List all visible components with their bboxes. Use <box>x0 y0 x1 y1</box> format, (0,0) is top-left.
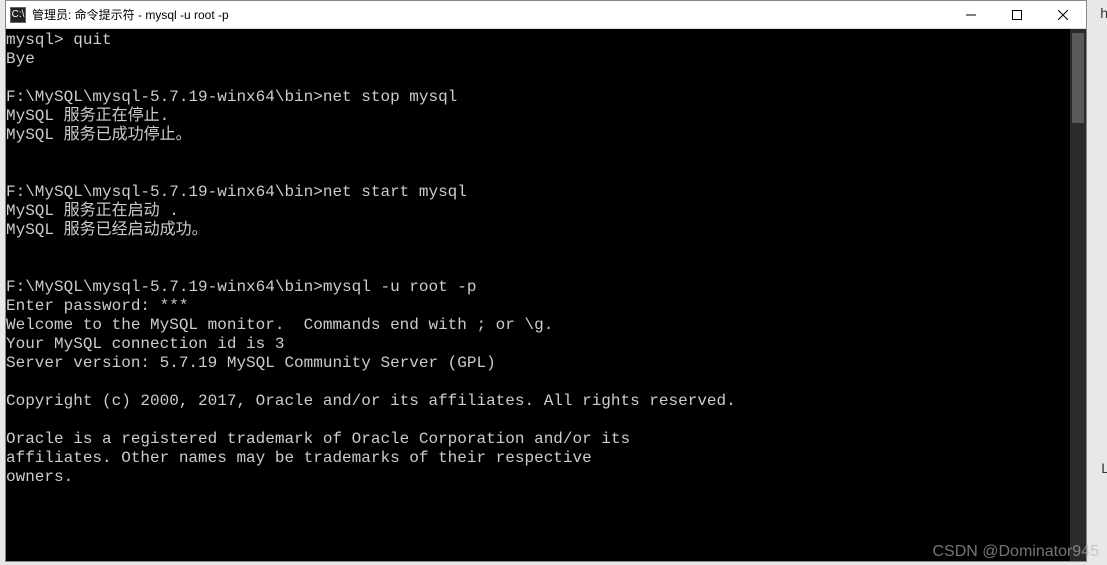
minimize-icon <box>966 10 976 20</box>
window-controls <box>948 1 1086 28</box>
bg-char-right-1: h <box>1100 5 1107 21</box>
titlebar[interactable]: C:\ 管理员: 命令提示符 - mysql -u root -p <box>6 1 1086 29</box>
watermark: CSDN @Dominator945 <box>932 543 1099 561</box>
terminal-area[interactable]: mysql> quit Bye F:\MySQL\mysql-5.7.19-wi… <box>6 29 1086 561</box>
maximize-icon <box>1012 10 1022 20</box>
terminal-window: C:\ 管理员: 命令提示符 - mysql -u root -p mysql>… <box>5 0 1087 562</box>
minimize-button[interactable] <box>948 1 994 28</box>
bg-char-right-2: L <box>1101 460 1107 476</box>
window-title: 管理员: 命令提示符 - mysql -u root -p <box>32 6 948 23</box>
scrollbar-track[interactable] <box>1070 29 1086 561</box>
scrollbar-thumb[interactable] <box>1072 33 1084 123</box>
close-icon <box>1058 10 1068 20</box>
app-icon: C:\ <box>10 7 26 23</box>
terminal-output: mysql> quit Bye F:\MySQL\mysql-5.7.19-wi… <box>6 29 1086 487</box>
close-button[interactable] <box>1040 1 1086 28</box>
maximize-button[interactable] <box>994 1 1040 28</box>
